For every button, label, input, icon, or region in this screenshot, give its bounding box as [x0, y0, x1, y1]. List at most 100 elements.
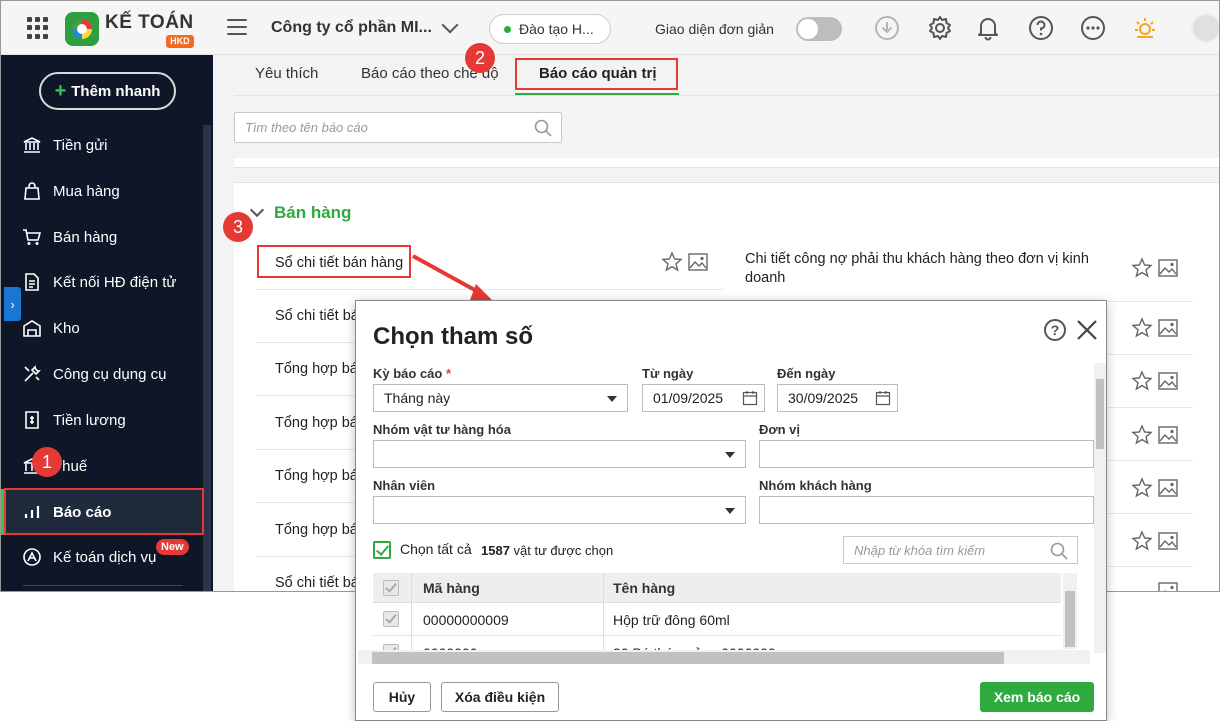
- goods-table: Mã hàng Tên hàng 00000000009 Hộp trữ đôn…: [373, 573, 1061, 653]
- help-icon[interactable]: [1028, 15, 1054, 41]
- highlight-tab-management: [515, 58, 678, 90]
- view-report-button[interactable]: Xem báo cáo: [980, 682, 1094, 712]
- company-name[interactable]: Công ty cổ phần MI...: [271, 19, 432, 37]
- to-date-input[interactable]: 30/09/2025: [777, 384, 898, 412]
- row-checkbox[interactable]: [383, 611, 399, 627]
- sidebar-item-label: Kế toán dịch vụ: [53, 548, 157, 566]
- sidebar-item-kho[interactable]: Kho: [1, 305, 203, 351]
- sidebar-item-ket-noi-hd[interactable]: Kết nối HĐ điện tử: [1, 259, 203, 305]
- simple-ui-toggle[interactable]: [796, 17, 842, 41]
- row-divider: [1108, 566, 1193, 567]
- report-item[interactable]: Sổ chi tiết bá: [275, 308, 359, 324]
- star-icon[interactable]: [1131, 530, 1153, 552]
- item-code: 00000000009: [423, 612, 509, 628]
- chevron-down-icon[interactable]: [441, 16, 459, 34]
- environment-label: Đào tạo H...: [519, 21, 594, 37]
- sun-icon[interactable]: [1132, 15, 1158, 41]
- to-date-label: Đến ngày: [777, 366, 836, 381]
- cancel-button[interactable]: Hủy: [373, 682, 431, 712]
- star-icon[interactable]: [1131, 257, 1153, 279]
- sidebar-item-cong-cu[interactable]: Công cụ dụng cụ: [1, 351, 203, 397]
- grid-icon[interactable]: [27, 17, 49, 39]
- from-date-label: Từ ngày: [642, 366, 694, 381]
- image-icon[interactable]: [1157, 424, 1179, 446]
- sidebar-item-label: Bán hàng: [53, 228, 118, 246]
- image-icon[interactable]: [1157, 530, 1179, 552]
- horizontal-scrollbar-thumb[interactable]: [372, 652, 1004, 664]
- row-divider: [257, 556, 357, 557]
- image-icon[interactable]: [1157, 317, 1179, 339]
- report-item[interactable]: Sổ chi tiết bá: [275, 575, 359, 591]
- star-icon[interactable]: [1131, 424, 1153, 446]
- report-item[interactable]: Tổng hợp bá: [275, 415, 358, 431]
- close-icon[interactable]: [1074, 317, 1100, 343]
- section-title[interactable]: Bán hàng: [274, 203, 351, 223]
- calendar-icon[interactable]: [875, 390, 891, 406]
- row-divider: [257, 395, 357, 396]
- sidebar-item-tien-gui[interactable]: Tiền gửi: [1, 122, 203, 168]
- more-icon[interactable]: [1080, 15, 1106, 41]
- clear-conditions-button[interactable]: Xóa điều kiện: [441, 682, 559, 712]
- app-logo[interactable]: KẾ TOÁN HKD: [65, 9, 194, 49]
- dialog-title: Chọn tham số: [373, 323, 533, 350]
- select-all-checkbox[interactable]: [373, 541, 391, 559]
- sidebar-scrollbar[interactable]: [203, 125, 211, 591]
- sidebar-item-thue[interactable]: Thuế: [1, 443, 203, 489]
- salary-icon: [21, 409, 43, 431]
- bell-icon[interactable]: [975, 15, 1001, 41]
- sidebar-item-ban-hang[interactable]: Bán hàng: [1, 214, 203, 260]
- column-header[interactable]: Tên hàng: [613, 580, 675, 596]
- goods-group-label: Nhóm vật tư hàng hóa: [373, 422, 511, 437]
- star-icon[interactable]: [1131, 477, 1153, 499]
- from-date-input[interactable]: 01/09/2025: [642, 384, 765, 412]
- table-scrollbar-thumb[interactable]: [1065, 591, 1075, 647]
- to-date-value: 30/09/2025: [788, 390, 859, 406]
- unit-select[interactable]: [759, 440, 1094, 468]
- image-icon[interactable]: [687, 251, 709, 273]
- download-icon[interactable]: [874, 15, 900, 41]
- calendar-icon[interactable]: [742, 390, 758, 406]
- caret-down-icon: [725, 508, 735, 514]
- tab-favorites[interactable]: Yêu thích: [255, 65, 318, 82]
- chevron-right-icon[interactable]: ›: [4, 287, 21, 321]
- image-icon[interactable]: [1157, 477, 1179, 499]
- environment-selector[interactable]: Đào tạo H...: [489, 14, 611, 44]
- header-checkbox[interactable]: [383, 580, 399, 596]
- star-icon[interactable]: [661, 251, 683, 273]
- report-item[interactable]: Tổng hợp bá: [275, 468, 358, 484]
- sidebar-item-mua-hang[interactable]: Mua hàng: [1, 168, 203, 214]
- keyword-search-input[interactable]: [844, 537, 1044, 563]
- table-row[interactable]: 00000000009 Hộp trữ đông 60ml: [373, 603, 1061, 636]
- image-icon[interactable]: [1157, 257, 1179, 279]
- select-all-label[interactable]: Chọn tất cả: [400, 541, 472, 557]
- image-icon[interactable]: [1157, 580, 1179, 592]
- report-item[interactable]: Chi tiết công nợ phải thu khách hàng the…: [745, 250, 1115, 288]
- customer-group-select[interactable]: [759, 496, 1094, 524]
- sidebar-item-tien-luong[interactable]: Tiền lương: [1, 397, 203, 443]
- star-icon[interactable]: [1131, 317, 1153, 339]
- column-header[interactable]: Mã hàng: [423, 580, 480, 596]
- report-item[interactable]: Tổng hợp bá: [275, 522, 358, 538]
- hamburger-icon[interactable]: [227, 19, 247, 35]
- star-icon[interactable]: [1131, 370, 1153, 392]
- quick-add-button[interactable]: + Thêm nhanh: [39, 72, 176, 110]
- goods-group-select[interactable]: [373, 440, 746, 468]
- cart-icon: [21, 226, 43, 248]
- search-icon[interactable]: [1050, 542, 1068, 560]
- app-name: KẾ TOÁN: [105, 12, 194, 33]
- avatar[interactable]: [1191, 13, 1219, 43]
- search-icon[interactable]: [534, 119, 552, 137]
- gear-icon[interactable]: [927, 15, 953, 41]
- employee-select[interactable]: [373, 496, 746, 524]
- period-select[interactable]: Tháng này: [373, 384, 628, 412]
- tools-icon: [21, 363, 43, 385]
- image-icon[interactable]: [1157, 370, 1179, 392]
- employee-label: Nhân viên: [373, 478, 436, 493]
- sidebar-item-label: Mua hàng: [53, 182, 120, 200]
- help-icon[interactable]: ?: [1044, 319, 1066, 341]
- dialog-scrollbar-thumb[interactable]: [1096, 379, 1104, 449]
- report-search-input[interactable]: [235, 113, 525, 142]
- tabs-divider: [234, 95, 1219, 96]
- unit-label: Đơn vị: [759, 422, 801, 437]
- report-item[interactable]: Tổng hợp bá: [275, 361, 358, 377]
